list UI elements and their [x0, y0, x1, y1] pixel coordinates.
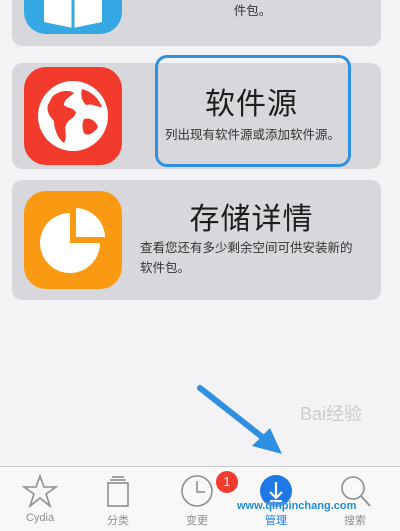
globe-icon	[24, 67, 122, 165]
storage-card[interactable]: 存储详情 查看您还有多少剩余空间可供安装新的软件包。	[12, 180, 381, 300]
storage-title: 存储详情	[189, 202, 314, 237]
tab-label: 变更	[186, 515, 208, 527]
installed-packages-description: 查看已安装软件包信息或管理已安装的软件包。	[233, 3, 272, 18]
tab-categories[interactable]: 分类	[78, 467, 158, 531]
tab-label: 搜索	[344, 515, 366, 527]
tab-bar: Cydia 分类 变更 管理 搜索	[0, 466, 400, 531]
tab-label: 分类	[107, 515, 129, 527]
tab-label: Cydia	[25, 512, 55, 524]
installed-packages-card[interactable]: 查看已安装软件包信息或管理已安装的软件包。	[12, 0, 381, 46]
pie-chart-icon	[24, 191, 122, 289]
sources-highlight-frame	[155, 55, 351, 167]
tab-search[interactable]: 搜索	[315, 467, 395, 531]
stack-icon	[107, 476, 129, 507]
storage-description: 查看您还有多少剩余空间可供安装新的软件包。	[140, 240, 353, 275]
baidu-watermark: Bai经验	[300, 404, 363, 424]
changes-badge: 1	[216, 471, 238, 493]
pointer-arrow-icon	[197, 385, 282, 454]
open-box-icon	[24, 0, 122, 34]
tab-cydia[interactable]: Cydia	[0, 467, 80, 531]
star-icon	[22, 473, 58, 509]
clock-icon	[181, 475, 213, 507]
tab-label: 管理	[265, 515, 287, 527]
site-watermark: www.qinpinchang.com	[237, 500, 357, 512]
tab-manage[interactable]: 管理	[236, 467, 316, 531]
